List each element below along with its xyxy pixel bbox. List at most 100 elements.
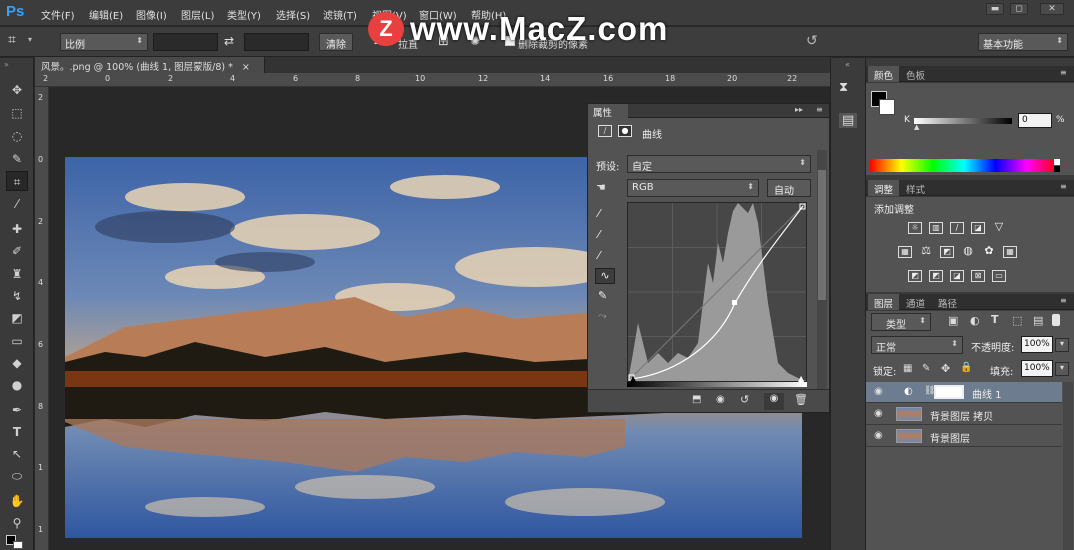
history-icon[interactable]: ⧗ bbox=[839, 80, 848, 95]
hand-tool-icon[interactable]: ✋ bbox=[6, 491, 28, 511]
reset-icon[interactable]: ↺ bbox=[740, 393, 749, 406]
tab-adjustments[interactable]: 调整 bbox=[868, 180, 900, 196]
filter-pixel-icon[interactable]: ▣ bbox=[948, 314, 958, 327]
panel-menu-icon[interactable]: ≡ bbox=[1060, 68, 1067, 77]
preset-select[interactable]: 自定 bbox=[627, 155, 811, 173]
photo-filter-icon[interactable]: ◍ bbox=[961, 245, 975, 258]
trash-icon[interactable]: 🗑 bbox=[794, 393, 808, 406]
layer-name[interactable]: 背景图层 拷贝 bbox=[930, 408, 993, 423]
channel-mixer-icon[interactable]: ✿ bbox=[982, 245, 996, 258]
color-lookup-icon[interactable]: ▦ bbox=[1003, 246, 1017, 258]
visibility-icon[interactable]: ◉ bbox=[764, 393, 784, 410]
black-swatch[interactable] bbox=[1054, 166, 1060, 172]
color-balance-icon[interactable]: ⚖ bbox=[919, 245, 933, 258]
eyedropper-gray-icon[interactable]: ⁄ bbox=[598, 228, 600, 241]
layer-name[interactable]: 曲线 1 bbox=[972, 386, 1002, 401]
menu-select[interactable]: 选择(S) bbox=[276, 7, 310, 22]
hue-saturation-icon[interactable]: ▦ bbox=[898, 246, 912, 258]
document-tab[interactable]: 风景。.png @ 100% (曲线 1, 图层蒙版/8) * × bbox=[35, 57, 265, 73]
zoom-tool-icon[interactable]: ⚲ bbox=[6, 513, 28, 533]
color-spectrum[interactable] bbox=[870, 159, 1058, 172]
filter-adjustment-icon[interactable]: ◐ bbox=[970, 314, 980, 327]
menu-image[interactable]: 图像(I) bbox=[136, 7, 167, 22]
kind-filter-select[interactable]: 类型 bbox=[871, 313, 931, 331]
channel-select[interactable]: RGB bbox=[627, 179, 759, 197]
ratio-select[interactable]: 比例 bbox=[60, 33, 148, 51]
history-brush-icon[interactable]: ↯ bbox=[6, 286, 28, 306]
white-point-slider[interactable]: ▲ bbox=[798, 374, 804, 383]
panel-menu-icon[interactable]: ≡ bbox=[1060, 182, 1067, 191]
tab-swatches[interactable]: 色板 bbox=[900, 66, 931, 82]
properties-scrollbar[interactable] bbox=[817, 150, 827, 390]
eraser-tool-icon[interactable]: ◩ bbox=[6, 308, 28, 328]
path-select-tool-icon[interactable]: ↖ bbox=[6, 444, 28, 464]
clear-button[interactable]: 清除 bbox=[319, 33, 353, 51]
lock-position-icon[interactable]: ✥ bbox=[941, 362, 950, 375]
levels-icon[interactable]: ▥ bbox=[929, 222, 943, 234]
visibility-eye-icon[interactable]: ◉ bbox=[874, 430, 883, 441]
filter-shape-icon[interactable]: ⬚ bbox=[1012, 314, 1022, 327]
ellipse-tool-icon[interactable]: ⬭ bbox=[6, 466, 28, 486]
swap-icon[interactable]: ⇄ bbox=[224, 34, 234, 48]
curve-edit-icon[interactable]: ∿ bbox=[595, 268, 615, 284]
blend-mode-select[interactable]: 正常 bbox=[871, 336, 963, 354]
properties-icon[interactable]: ▤ bbox=[839, 113, 858, 128]
quick-select-tool-icon[interactable]: ✎ bbox=[6, 149, 28, 169]
height-field[interactable] bbox=[244, 33, 309, 51]
close-icon[interactable]: × bbox=[242, 62, 250, 73]
layer-row[interactable]: ◉ 背景图层 拷贝 bbox=[866, 404, 1062, 425]
tab-properties[interactable]: 属性 bbox=[588, 104, 628, 119]
k-value-field[interactable]: 0 bbox=[1018, 113, 1052, 128]
eyedropper-tool-icon[interactable]: ⁄ bbox=[6, 194, 28, 214]
curves-icon[interactable]: ∕ bbox=[598, 125, 612, 137]
gradient-map-icon[interactable]: ▭ bbox=[992, 270, 1006, 282]
chevron-down-icon[interactable]: ▾ bbox=[28, 35, 32, 44]
visibility-eye-icon[interactable]: ◉ bbox=[874, 408, 883, 419]
pen-tool-icon[interactable]: ✒ bbox=[6, 400, 28, 420]
filter-type-icon[interactable]: T bbox=[991, 313, 999, 326]
threshold-icon[interactable]: ◪ bbox=[950, 270, 964, 282]
close-window-button[interactable]: ✕ bbox=[1040, 3, 1064, 15]
background-color-swatch[interactable] bbox=[879, 99, 895, 115]
pencil-icon[interactable]: ✎ bbox=[598, 289, 607, 302]
healing-tool-icon[interactable]: ✚ bbox=[6, 219, 28, 239]
menu-layer[interactable]: 图层(L) bbox=[181, 7, 214, 22]
collapse-icon[interactable]: ▸▸ bbox=[795, 105, 803, 114]
type-tool-icon[interactable]: T bbox=[6, 422, 28, 442]
lock-all-icon[interactable]: 🔒 bbox=[960, 362, 972, 373]
target-adjust-icon[interactable]: ☚ bbox=[596, 181, 606, 194]
mask-icon[interactable]: ● bbox=[618, 125, 632, 137]
eyedropper-white-icon[interactable]: ⁄ bbox=[598, 249, 600, 262]
tab-styles[interactable]: 样式 bbox=[900, 180, 931, 196]
layer-row[interactable]: ◉ ◐ ⛓ 曲线 1 bbox=[866, 382, 1062, 403]
reset-icon[interactable]: ↺ bbox=[806, 33, 818, 49]
width-field[interactable] bbox=[153, 33, 218, 51]
tab-channels[interactable]: 通道 bbox=[900, 294, 931, 310]
menu-filter[interactable]: 滤镜(T) bbox=[323, 7, 357, 22]
auto-button[interactable]: 自动 bbox=[767, 179, 811, 197]
eyedropper-black-icon[interactable]: ⁄ bbox=[598, 207, 600, 220]
white-swatch[interactable] bbox=[1054, 159, 1060, 165]
black-white-icon[interactable]: ◩ bbox=[940, 246, 954, 258]
blur-tool-icon[interactable]: ◆ bbox=[6, 353, 28, 373]
tab-layers[interactable]: 图层 bbox=[868, 294, 900, 310]
curve-graph[interactable] bbox=[627, 202, 807, 382]
tab-paths[interactable]: 路径 bbox=[932, 294, 963, 310]
crop-tool-icon[interactable]: ⌗ bbox=[6, 171, 28, 191]
collapse-icon[interactable]: » bbox=[4, 60, 9, 69]
workspace-select[interactable]: 基本功能 bbox=[978, 33, 1068, 51]
lock-transparent-icon[interactable]: ▦ bbox=[903, 363, 912, 374]
layer-row[interactable]: ◉ 背景图层 bbox=[866, 426, 1062, 447]
chevron-down-icon[interactable]: ▾ bbox=[1055, 362, 1069, 376]
exposure-icon[interactable]: ◪ bbox=[971, 222, 985, 234]
menu-type[interactable]: 类型(Y) bbox=[227, 7, 261, 22]
smooth-icon[interactable]: ⤳ bbox=[598, 309, 607, 323]
layer-name[interactable]: 背景图层 bbox=[930, 430, 970, 445]
lock-pixels-icon[interactable]: ✎ bbox=[922, 363, 930, 374]
gradient-tool-icon[interactable]: ▭ bbox=[6, 331, 28, 351]
brush-tool-icon[interactable]: ✐ bbox=[6, 241, 28, 261]
fill-field[interactable]: 100% bbox=[1021, 360, 1053, 377]
view-previous-icon[interactable]: ◉ bbox=[716, 394, 725, 405]
k-slider-thumb[interactable]: ▲ bbox=[914, 123, 919, 131]
panel-menu-icon[interactable]: ≡ bbox=[1060, 296, 1067, 305]
